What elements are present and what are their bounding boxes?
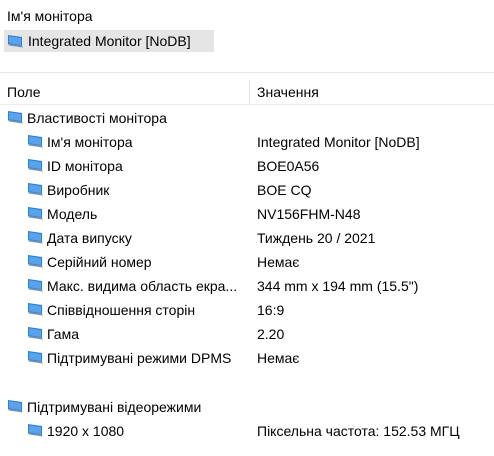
field-label: Дата випуску xyxy=(47,230,132,246)
monitor-icon xyxy=(27,278,44,293)
monitor-name-heading: Ім'я монітора xyxy=(7,8,93,24)
section-monitor-properties[interactable]: Властивості монітора xyxy=(0,106,494,130)
field-label: Виробник xyxy=(47,182,110,198)
field-value: BOE CQ xyxy=(257,182,312,198)
list-item[interactable]: Серійний номер Немає xyxy=(0,250,494,274)
pane-divider xyxy=(0,72,494,73)
monitor-icon xyxy=(27,254,44,269)
list-item[interactable]: Дата випуску Тиждень 20 / 2021 xyxy=(0,226,494,250)
field-label: Ім'я монітора xyxy=(47,134,133,150)
list-item[interactable]: Гама 2.20 xyxy=(0,322,494,346)
monitor-icon xyxy=(7,110,24,125)
field-value: 2.20 xyxy=(257,326,285,342)
list-item[interactable]: ID монітора BOE0A56 xyxy=(0,154,494,178)
field-label: ID монітора xyxy=(47,158,123,174)
monitor-icon xyxy=(27,134,44,149)
monitor-icon xyxy=(27,230,44,245)
list-item[interactable]: 1920 x 1080 Піксельна частота: 152.53 МГ… xyxy=(0,419,494,443)
field-label: Модель xyxy=(47,206,98,222)
field-label: Макс. видима область екра... xyxy=(47,278,238,294)
monitor-icon xyxy=(27,326,44,341)
field-value: Немає xyxy=(257,350,300,366)
field-label: 1920 x 1080 xyxy=(47,423,125,439)
field-value: Integrated Monitor [NoDB] xyxy=(257,134,420,150)
monitor-icon xyxy=(27,350,44,365)
monitor-icon xyxy=(27,182,44,197)
field-label: Серійний номер xyxy=(47,254,152,270)
monitor-selector-label: Integrated Monitor [NoDB] xyxy=(28,33,191,49)
field-label: Співвідношення сторін xyxy=(47,302,196,318)
column-header-value[interactable]: Значення xyxy=(257,83,319,101)
list-item[interactable]: Співвідношення сторін 16:9 xyxy=(0,298,494,322)
list-item[interactable]: Виробник BOE CQ xyxy=(0,178,494,202)
monitor-icon xyxy=(27,423,44,438)
field-value: 344 mm x 194 mm (15.5") xyxy=(257,278,419,294)
list-item[interactable]: Макс. видима область екра... 344 mm x 19… xyxy=(0,274,494,298)
monitor-icon xyxy=(27,206,44,221)
column-resize-handle[interactable] xyxy=(249,80,250,104)
list-header: Поле Значення xyxy=(0,80,494,105)
field-label: Підтримувані режими DPMS xyxy=(47,350,232,366)
field-value: NV156FHM-N48 xyxy=(257,206,361,222)
monitor-selector-item[interactable]: Integrated Monitor [NoDB] xyxy=(4,30,214,52)
list-item[interactable]: Підтримувані режими DPMS Немає xyxy=(0,346,494,370)
section-video-modes[interactable]: Підтримувані відеорежими xyxy=(0,395,494,419)
monitor-icon xyxy=(7,399,24,414)
section-title: Підтримувані відеорежими xyxy=(27,399,202,415)
monitor-icon xyxy=(27,158,44,173)
field-value: BOE0A56 xyxy=(257,158,320,174)
field-value: 16:9 xyxy=(257,302,285,318)
section-title: Властивості монітора xyxy=(27,110,167,126)
field-value: Немає xyxy=(257,254,300,270)
list-item[interactable]: Модель NV156FHM-N48 xyxy=(0,202,494,226)
column-header-field[interactable]: Поле xyxy=(7,83,41,101)
field-value: Піксельна частота: 152.53 МГЦ xyxy=(257,423,460,439)
monitor-icon xyxy=(27,302,44,317)
monitor-icon xyxy=(7,34,24,49)
field-label: Гама xyxy=(47,326,79,342)
list-item[interactable]: Ім'я монітора Integrated Monitor [NoDB] xyxy=(0,130,494,154)
field-value: Тиждень 20 / 2021 xyxy=(257,230,376,246)
